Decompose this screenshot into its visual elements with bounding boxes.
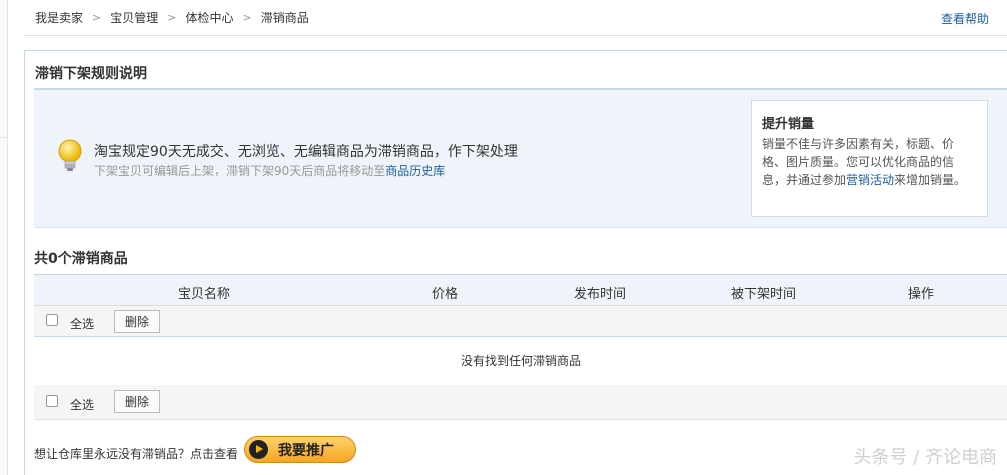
column-item-name: 宝贝名称 (178, 287, 231, 302)
marketing-activity-link[interactable]: 营销活动 (846, 173, 894, 187)
breadcrumb-separator: > (242, 11, 252, 24)
footer-note: 想让仓库里永远没有滞销品？点击查看 (34, 447, 239, 461)
product-count-title: 共0个滞销商品 (34, 251, 128, 267)
rule-sub-text: 下架宝贝可编辑后上架，滞销下架90天后商品将移动至商品历史库 (94, 162, 445, 179)
boost-sales-card: 提升销量 销量不佳与许多因素有关，标题、价格、图片质量。您可以优化商品的信息，并… (751, 100, 988, 217)
select-all-label: 全选 (70, 398, 95, 412)
play-arrow-icon (249, 440, 268, 459)
history-library-link[interactable]: 商品历史库 (385, 164, 445, 178)
select-all-checkbox[interactable] (46, 395, 58, 407)
tip-body-suffix: 来增加销量。 (894, 173, 967, 187)
delete-button[interactable]: 删除 (114, 390, 160, 413)
column-delist-time: 被下架时间 (731, 287, 797, 302)
column-publish-time: 发布时间 (574, 287, 627, 302)
table-header: 宝贝名称 价格 发布时间 被下架时间 操作 (34, 274, 1007, 305)
rule-main-text: 淘宝规定90天无成交、无浏览、无编辑商品为滞销商品，作下架处理 (94, 144, 518, 160)
delete-button[interactable]: 删除 (114, 310, 160, 333)
slow-selling-panel: 滞销下架规则说明 淘宝规定90天无成交、无浏览、无编辑商品为滞销商品，作下架处理… (24, 50, 1007, 475)
bulk-action-row-top: 全选 删除 (34, 305, 1007, 337)
tip-title: 提升销量 (762, 117, 815, 132)
promote-button-label: 我要推广 (278, 442, 334, 459)
select-all-label: 全选 (70, 317, 95, 331)
breadcrumb-separator: > (92, 11, 102, 24)
select-all-checkbox[interactable] (46, 314, 58, 326)
bulk-action-row-bottom: 全选 删除 (34, 385, 1007, 420)
watermark: 头条号 / 齐论电商 (853, 447, 997, 468)
rail-divider (0, 137, 8, 138)
tip-body: 销量不佳与许多因素有关，标题、价格、图片质量。您可以优化商品的信息，并通过参加营… (762, 135, 977, 189)
rule-info-box: 淘宝规定90天无成交、无浏览、无编辑商品为滞销商品，作下架处理 下架宝贝可编辑后… (34, 90, 1007, 228)
empty-state-message: 没有找到任何滞销商品 (460, 354, 581, 368)
lightbulb-icon (58, 139, 82, 171)
breadcrumb-item-management[interactable]: 宝贝管理 (110, 9, 158, 26)
column-actions: 操作 (908, 287, 935, 302)
rule-sub-prefix: 下架宝贝可编辑后上架，滞销下架90天后商品将移动至 (94, 164, 386, 178)
column-price: 价格 (432, 287, 459, 302)
panel-title: 滞销下架规则说明 (35, 66, 147, 82)
help-link[interactable]: 查看帮助 (941, 10, 989, 27)
breadcrumb-seller[interactable]: 我是卖家 (35, 9, 83, 26)
breadcrumb-checkup-center[interactable]: 体检中心 (185, 9, 233, 26)
breadcrumb-separator: > (167, 11, 177, 24)
left-rail (0, 0, 8, 475)
breadcrumb-bar: 我是卖家 > 宝贝管理 > 体检中心 > 滞销商品 查看帮助 (24, 0, 1007, 36)
promote-button[interactable]: 我要推广 (244, 436, 356, 463)
breadcrumb-slow-selling: 滞销商品 (260, 11, 309, 25)
